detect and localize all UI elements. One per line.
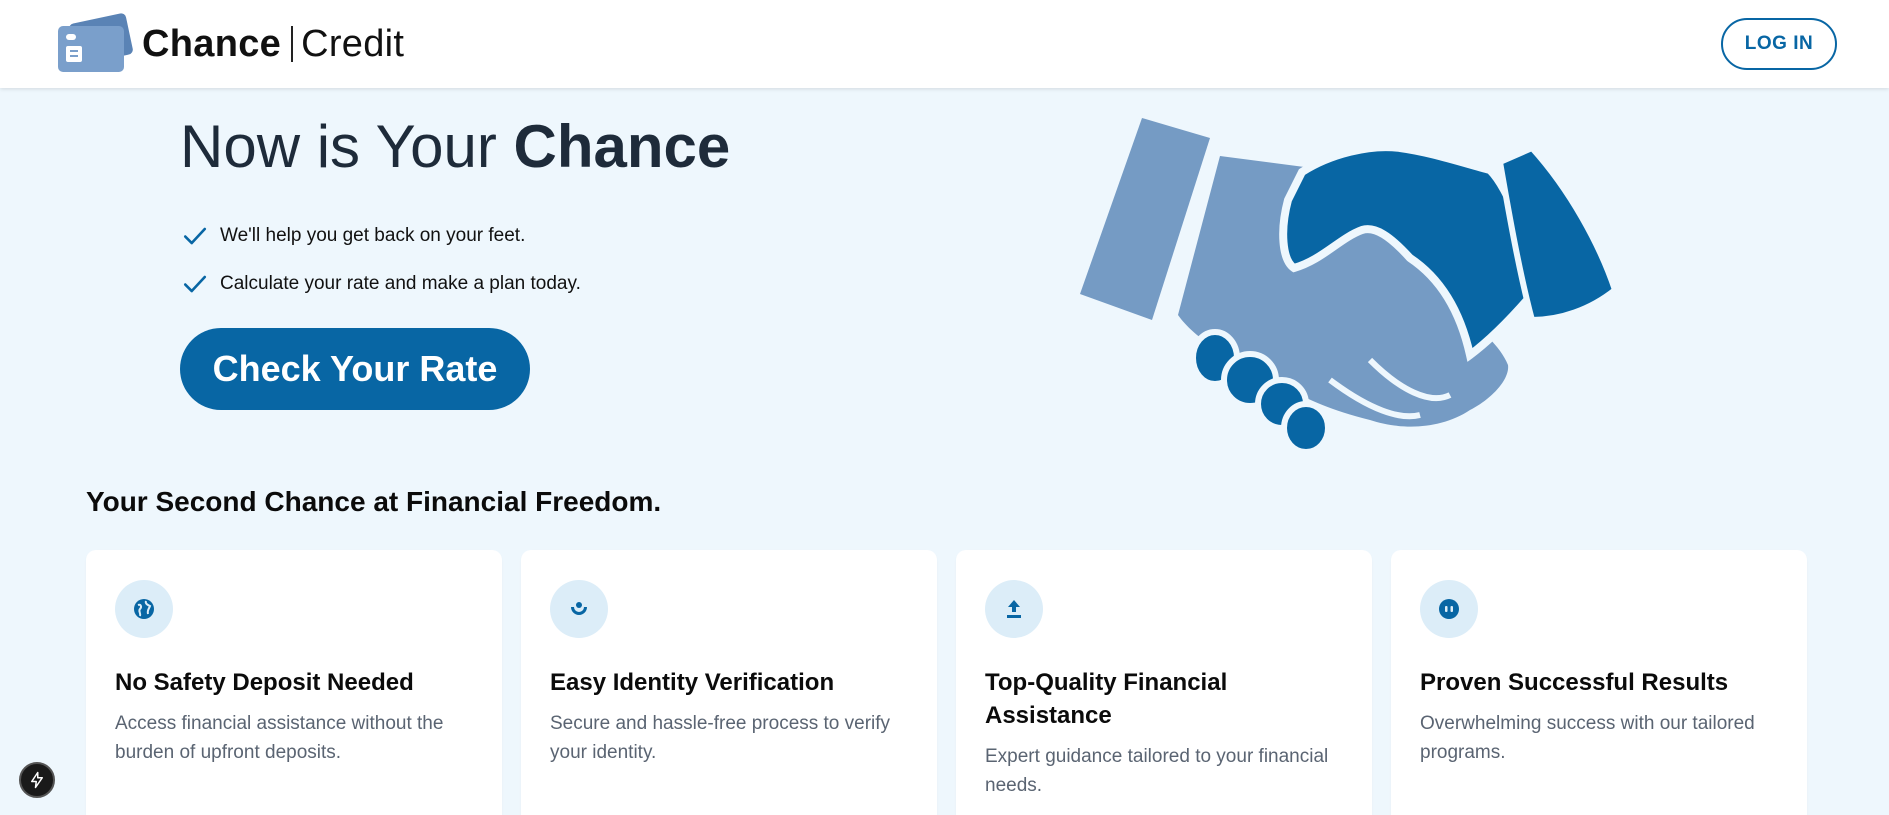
card-text: Expert guidance tailored to your financi…: [985, 746, 1329, 796]
feature-cards: No Safety Deposit Needed Access financia…: [86, 550, 1807, 815]
card-title: Easy Identity Verification: [550, 669, 835, 696]
brand-name-part1: Chance: [142, 22, 282, 65]
card-text: Secure and hassle-free process to verify…: [550, 713, 891, 763]
card-text: Access financial assistance without the …: [115, 713, 444, 763]
card-title: Top-Quality Financial Assistance: [985, 669, 1228, 729]
results-icon: [1439, 599, 1459, 619]
card-icon-badge: [115, 580, 173, 638]
card-title: Proven Successful Results: [1420, 669, 1729, 696]
login-button[interactable]: LOG IN: [1721, 18, 1837, 70]
upload-icon: [1007, 600, 1021, 618]
brand-divider: [291, 26, 294, 62]
quick-action-button[interactable]: [19, 762, 55, 798]
card-icon-badge: [550, 580, 608, 638]
credit-card-logo-icon: [58, 13, 133, 72]
check-item-text: Calculate your rate and make a plan toda…: [220, 273, 581, 294]
card-text: Overwhelming success with our tailored p…: [1420, 713, 1755, 763]
hero-title-strong: Chance: [513, 113, 731, 180]
feature-card: Proven Successful Results Overwhelming s…: [1391, 550, 1807, 815]
site-header: Chance Credit LOG IN: [0, 0, 1889, 88]
brand-logo-link[interactable]: Chance Credit: [56, 12, 404, 76]
check-item-text: We'll help you get back on your feet.: [220, 225, 526, 246]
check-item: Calculate your rate and make a plan toda…: [182, 260, 581, 308]
card-icon-badge: [1420, 580, 1478, 638]
brand-name-part2: Credit: [301, 22, 405, 65]
feature-card: Easy Identity Verification Secure and ha…: [521, 550, 937, 815]
checkmark-icon: [183, 275, 207, 293]
handshake-illustration-icon: [1080, 118, 1619, 455]
feature-card: No Safety Deposit Needed Access financia…: [86, 550, 502, 815]
card-title: No Safety Deposit Needed: [115, 669, 414, 696]
check-item: We'll help you get back on your feet.: [182, 212, 581, 260]
brand-name: Chance Credit: [142, 23, 404, 66]
card-icon-badge: [985, 580, 1043, 638]
globe-icon: [134, 599, 154, 619]
checkmark-icon: [183, 227, 207, 245]
identity-icon: [571, 602, 587, 615]
hero-title-normal: Now is Your: [180, 113, 514, 180]
features-section-title: Your Second Chance at Financial Freedom.: [86, 486, 662, 517]
hero-title: Now is Your Chance: [180, 112, 730, 181]
lightning-bolt-icon: [31, 771, 43, 789]
feature-card: Top-Quality Financial Assistance Expert …: [956, 550, 1372, 815]
hero-checklist: We'll help you get back on your feet. Ca…: [182, 212, 581, 308]
check-your-rate-button[interactable]: Check Your Rate: [180, 328, 530, 410]
